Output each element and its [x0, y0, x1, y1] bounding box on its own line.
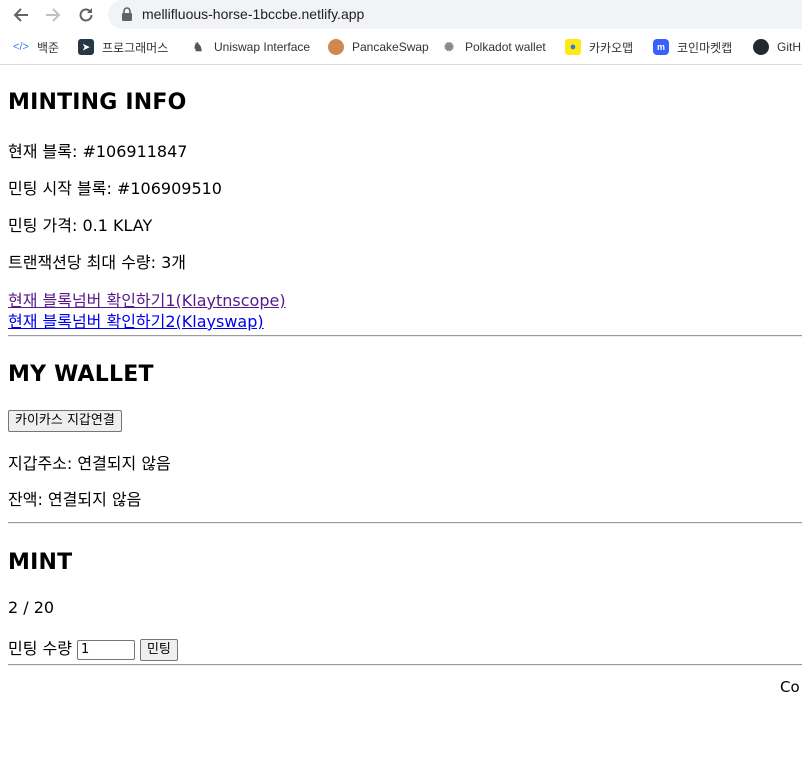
back-arrow-icon: [13, 8, 28, 22]
unicorn-icon: ♞: [192, 40, 204, 54]
mint-quantity-input[interactable]: [76, 639, 135, 660]
divider: [8, 335, 802, 337]
max-per-tx-text: 트랜잭션당 최대 수량: 3개: [8, 253, 187, 272]
polkadot-icon: ✺: [443, 40, 455, 54]
klayswap-link[interactable]: 현재 블록넘버 확인하기2(Klayswap): [8, 312, 264, 331]
wallet-balance-text: 잔액: 연결되지 않음: [8, 490, 142, 509]
bookmark-coinmarketcap[interactable]: m 코인마켓캡: [653, 37, 732, 57]
browser-chrome: mellifluous-horse-1bccbe.netlify.app </>…: [0, 0, 802, 65]
map-pin-icon: ●: [565, 39, 581, 55]
mint-quantity-row: 민팅 수량 민팅: [8, 635, 178, 661]
coinmarketcap-icon: m: [653, 39, 669, 55]
bookmark-label: 코인마켓캡: [677, 40, 733, 55]
start-block-text: 민팅 시작 블록: #106909510: [8, 179, 222, 198]
bookmark-kakaomap[interactable]: ● 카카오맵: [565, 37, 633, 57]
bookmark-pancakeswap[interactable]: PancakeSwap: [328, 37, 429, 57]
bookmarks-bar: </> 백준 ➤ 프로그래머스 ♞ Uniswap Interface Panc…: [0, 34, 802, 60]
url-text: mellifluous-horse-1bccbe.netlify.app: [142, 6, 365, 22]
bunny-icon: [328, 39, 344, 55]
bookmark-label: Polkadot wallet: [465, 40, 546, 54]
programmers-icon: ➤: [78, 39, 94, 55]
bookmark-label: 프로그래머스: [102, 40, 169, 55]
lock-icon: [122, 7, 132, 21]
divider: [8, 664, 802, 666]
bookmark-label: GitH: [777, 40, 801, 54]
mint-button[interactable]: 민팅: [139, 638, 178, 661]
wallet-address-text: 지갑주소: 연결되지 않음: [8, 454, 171, 473]
bookmark-label: Uniswap Interface: [214, 40, 311, 54]
minting-info-heading: MINTING INFO: [8, 90, 187, 115]
bookmark-programmers[interactable]: ➤ 프로그래머스: [78, 37, 168, 57]
my-wallet-heading: MY WALLET: [8, 362, 154, 387]
mint-quantity-label: 민팅 수량: [8, 639, 72, 658]
price-text: 민팅 가격: 0.1 KLAY: [8, 216, 153, 235]
bookmark-uniswap[interactable]: ♞ Uniswap Interface: [190, 37, 310, 57]
mint-heading: MINT: [8, 550, 73, 575]
bookmark-label: 카카오맵: [589, 40, 634, 55]
kaikas-connect-button[interactable]: 카이카스 지갑연결: [8, 410, 122, 432]
code-icon: </>: [13, 41, 29, 53]
bookmark-label: PancakeSwap: [352, 40, 429, 54]
divider: [8, 522, 802, 524]
bookmark-github[interactable]: GitH: [753, 37, 801, 57]
bookmark-baekjoon[interactable]: </> 백준: [13, 37, 59, 57]
address-bar[interactable]: mellifluous-horse-1bccbe.netlify.app: [108, 0, 802, 29]
forward-arrow-icon: [46, 8, 61, 22]
reload-icon: [79, 8, 93, 22]
github-icon: [753, 39, 769, 55]
footer-text: Co: [780, 678, 800, 696]
back-button[interactable]: [10, 4, 32, 26]
bookmark-polkadot[interactable]: ✺ Polkadot wallet: [441, 37, 546, 57]
current-block-text: 현재 블록: #106911847: [8, 142, 188, 161]
mint-progress-text: 2 / 20: [8, 598, 55, 617]
reload-button[interactable]: [75, 4, 97, 26]
bookmark-label: 백준: [37, 40, 60, 55]
forward-button[interactable]: [42, 4, 64, 26]
